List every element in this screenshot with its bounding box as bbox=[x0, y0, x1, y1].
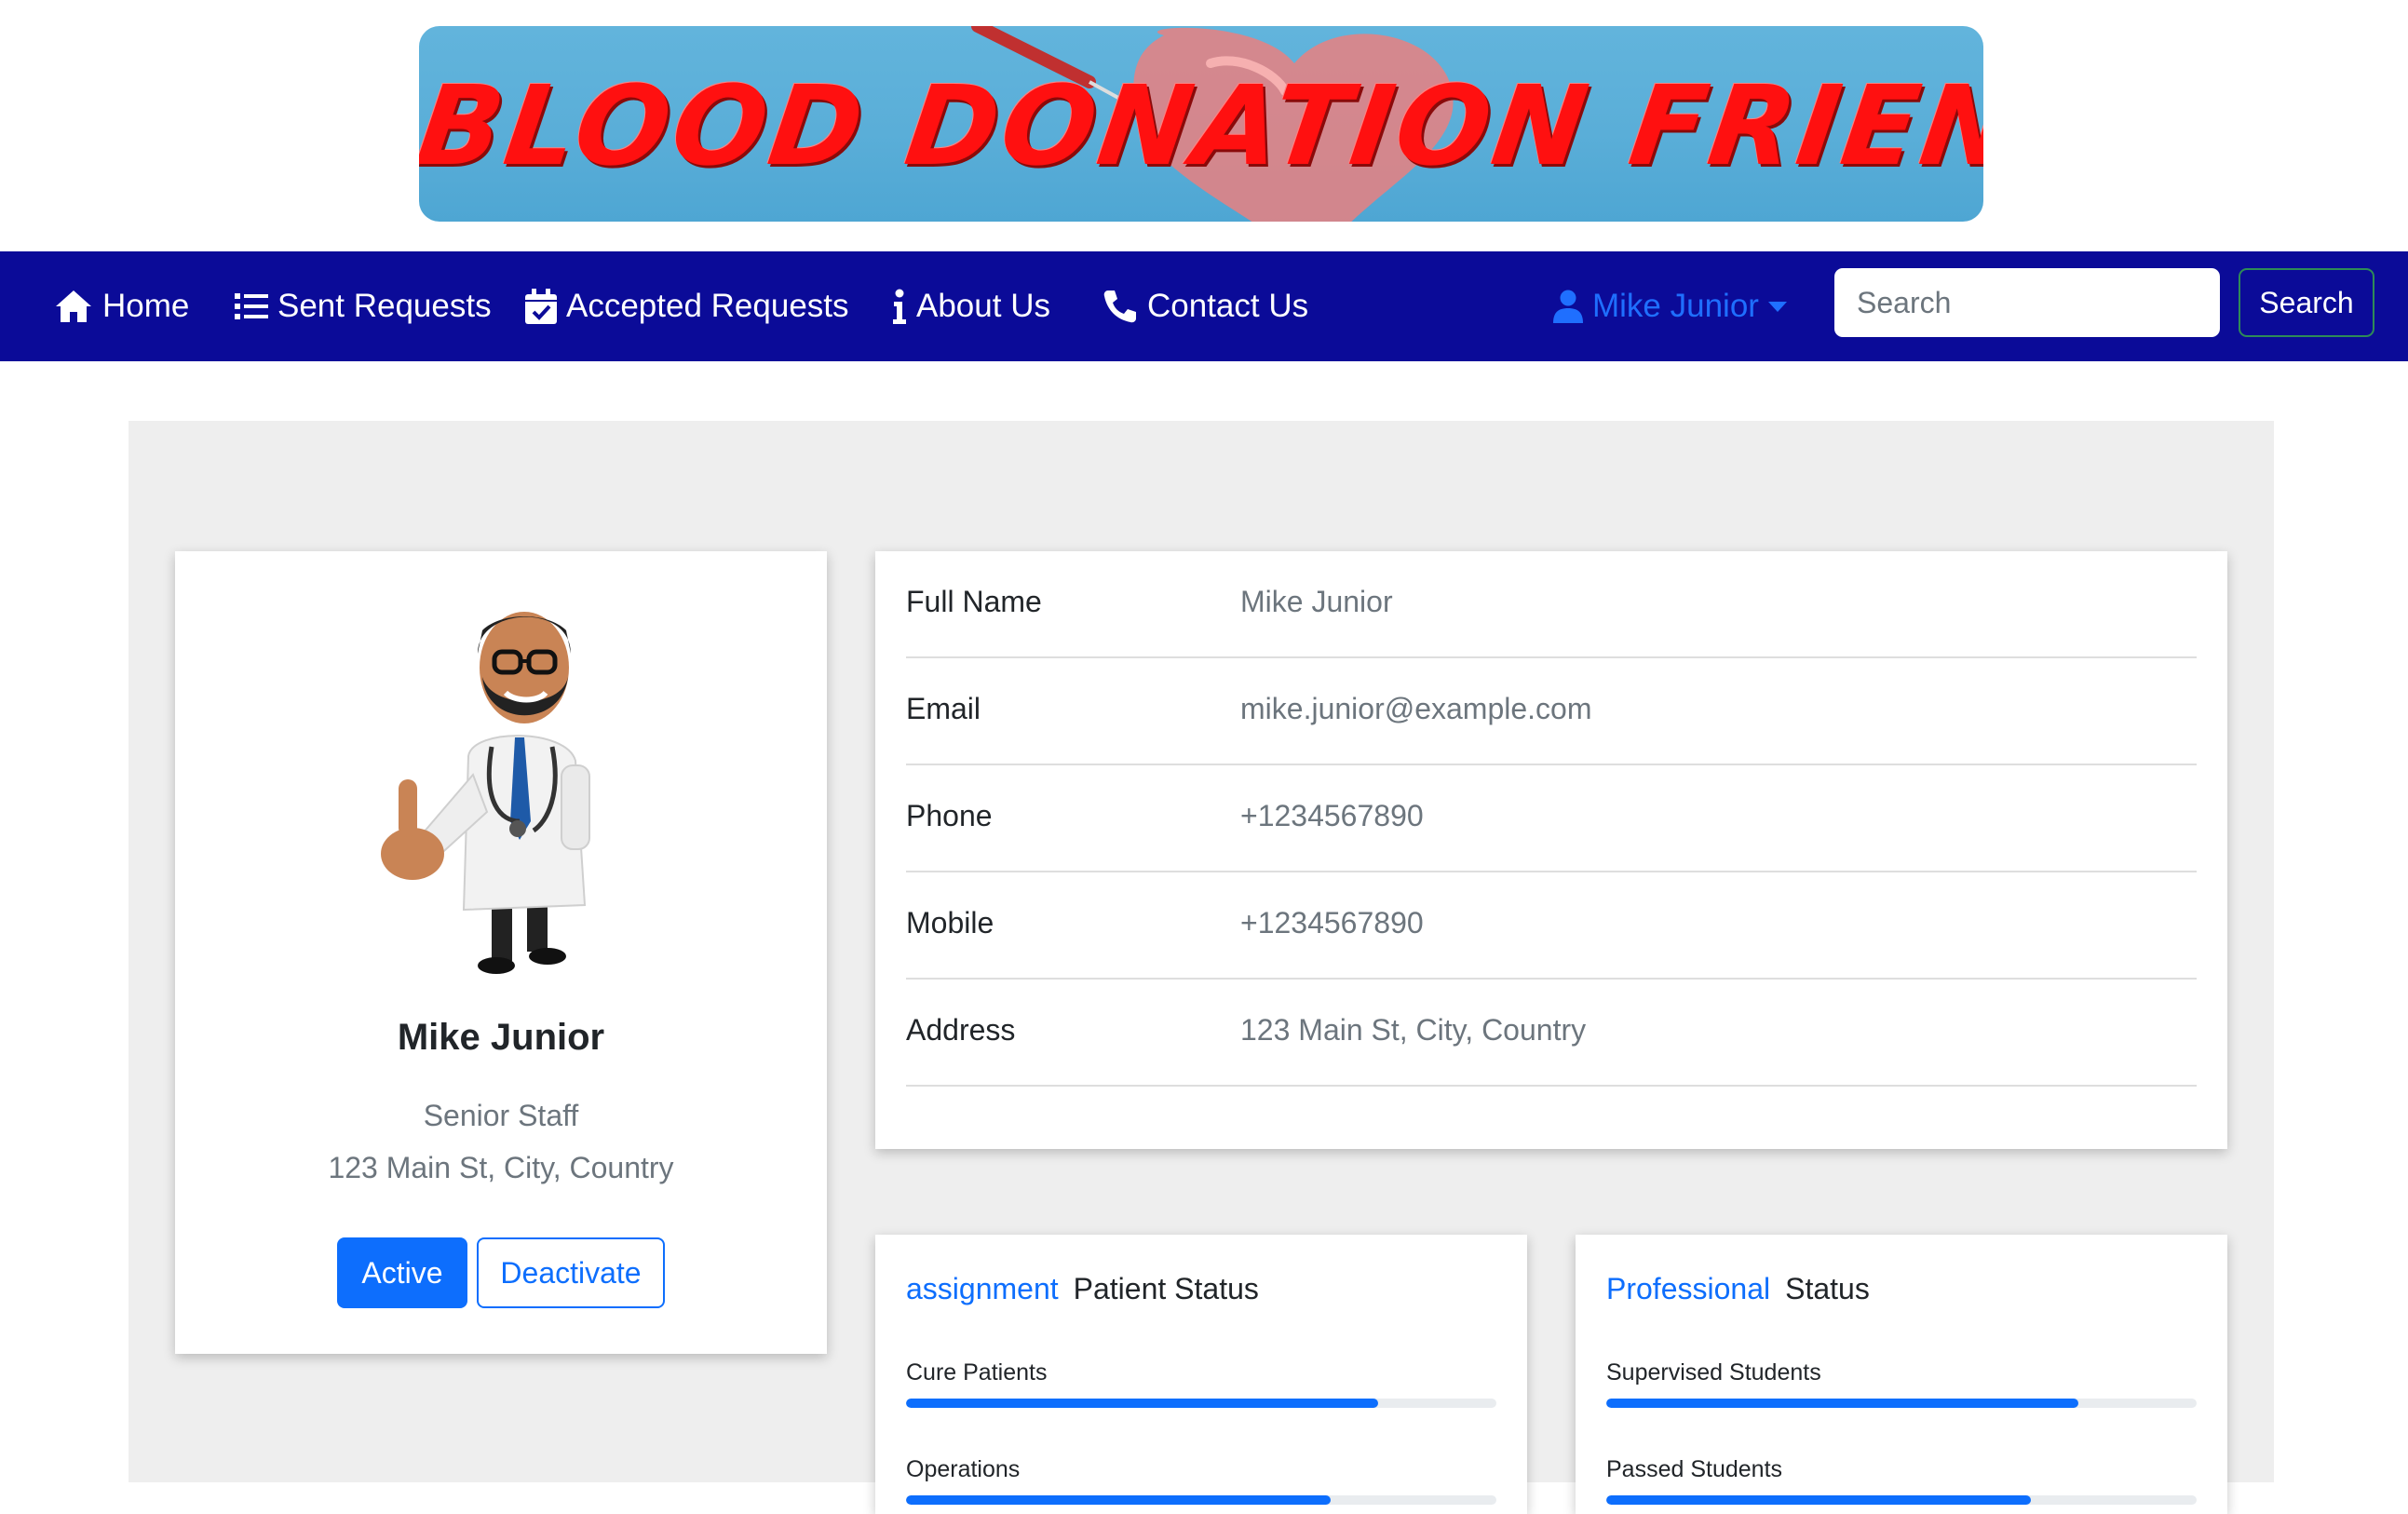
search-input[interactable] bbox=[1834, 268, 2220, 337]
progress-label: Passed Students bbox=[1606, 1456, 1783, 1482]
detail-value: mike.junior@example.com bbox=[1240, 692, 1592, 725]
progress-label: Cure Patients bbox=[906, 1359, 1048, 1386]
profile-card: Mike Junior Senior Staff 123 Main St, Ci… bbox=[175, 551, 827, 1354]
details-card: Full Name Mike Junior Email mike.junior@… bbox=[875, 551, 2227, 1149]
professional-status-title: Status bbox=[1785, 1272, 1870, 1305]
progress-bar-passed-students bbox=[1606, 1495, 2197, 1505]
detail-label: Address bbox=[906, 1013, 1016, 1047]
profile-address: 123 Main St, City, Country bbox=[328, 1151, 674, 1184]
detail-label: Phone bbox=[906, 799, 993, 832]
phone-icon bbox=[1103, 291, 1136, 323]
search-button[interactable]: Search bbox=[2239, 268, 2374, 337]
detail-value: +1234567890 bbox=[1240, 799, 1424, 832]
detail-value: +1234567890 bbox=[1240, 906, 1424, 939]
detail-value: 123 Main St, City, Country bbox=[1240, 1013, 1587, 1047]
progress-label: Operations bbox=[906, 1456, 1021, 1482]
patient-status-heading: assignment Patient Status bbox=[906, 1272, 1259, 1306]
nav-home[interactable]: Home bbox=[54, 251, 189, 361]
profile-role: Senior Staff bbox=[423, 1099, 579, 1132]
detail-row-address: Address 123 Main St, City, Country bbox=[906, 980, 2197, 1087]
professional-status-card: Professional Status Supervised Students P… bbox=[1576, 1235, 2227, 1514]
progress-fill bbox=[906, 1495, 1332, 1505]
detail-value: Mike Junior bbox=[1240, 585, 1393, 618]
patient-status-card: assignment Patient Status Cure Patients O… bbox=[875, 1235, 1527, 1514]
nav-sent-requests[interactable]: Sent Requests bbox=[235, 251, 492, 361]
home-icon bbox=[56, 291, 91, 322]
user-icon bbox=[1553, 290, 1583, 323]
user-menu-dropdown[interactable]: Mike Junior bbox=[1553, 251, 1787, 361]
detail-label: Mobile bbox=[906, 906, 994, 939]
info-icon bbox=[893, 289, 906, 324]
progress-fill bbox=[1606, 1495, 2032, 1505]
progress-fill bbox=[1606, 1399, 2079, 1408]
progress-bar-cure-patients bbox=[906, 1399, 1496, 1408]
site-banner: BLOOD DONATION FRIEND bbox=[419, 26, 1983, 222]
patient-status-title: Patient Status bbox=[1073, 1272, 1259, 1305]
progress-bar-operations bbox=[906, 1495, 1496, 1505]
patient-status-accent: assignment bbox=[906, 1272, 1059, 1305]
detail-label: Full Name bbox=[906, 585, 1042, 618]
detail-row-full-name: Full Name Mike Junior bbox=[906, 551, 2197, 658]
nav-home-label: Home bbox=[102, 288, 190, 324]
professional-status-heading: Professional Status bbox=[1606, 1272, 1870, 1306]
list-icon bbox=[235, 293, 268, 319]
banner-title: BLOOD DONATION FRIEND bbox=[419, 61, 1983, 190]
detail-row-email: Email mike.junior@example.com bbox=[906, 658, 2197, 765]
progress-bar-supervised-students bbox=[1606, 1399, 2197, 1408]
nav-contact-us[interactable]: Contact Us bbox=[1103, 251, 1308, 361]
calendar-check-icon bbox=[525, 289, 557, 324]
active-button[interactable]: Active bbox=[337, 1237, 467, 1308]
detail-row-phone: Phone +1234567890 bbox=[906, 765, 2197, 872]
deactivate-button[interactable]: Deactivate bbox=[477, 1237, 665, 1308]
nav-accepted-requests[interactable]: Accepted Requests bbox=[525, 251, 849, 361]
chevron-down-icon bbox=[1767, 301, 1787, 312]
nav-about-us[interactable]: About Us bbox=[892, 251, 1050, 361]
detail-label: Email bbox=[906, 692, 981, 725]
progress-fill bbox=[906, 1399, 1379, 1408]
doctor-avatar bbox=[381, 612, 590, 974]
nav-accepted-requests-label: Accepted Requests bbox=[566, 288, 849, 324]
nav-sent-requests-label: Sent Requests bbox=[277, 288, 492, 324]
user-menu-name: Mike Junior bbox=[1592, 288, 1759, 324]
progress-label: Supervised Students bbox=[1606, 1359, 1821, 1386]
detail-row-mobile: Mobile +1234567890 bbox=[906, 872, 2197, 980]
profile-name: Mike Junior bbox=[397, 1017, 605, 1058]
nav-about-us-label: About Us bbox=[916, 288, 1050, 324]
professional-status-accent: Professional bbox=[1606, 1272, 1771, 1305]
nav-contact-us-label: Contact Us bbox=[1147, 288, 1309, 324]
